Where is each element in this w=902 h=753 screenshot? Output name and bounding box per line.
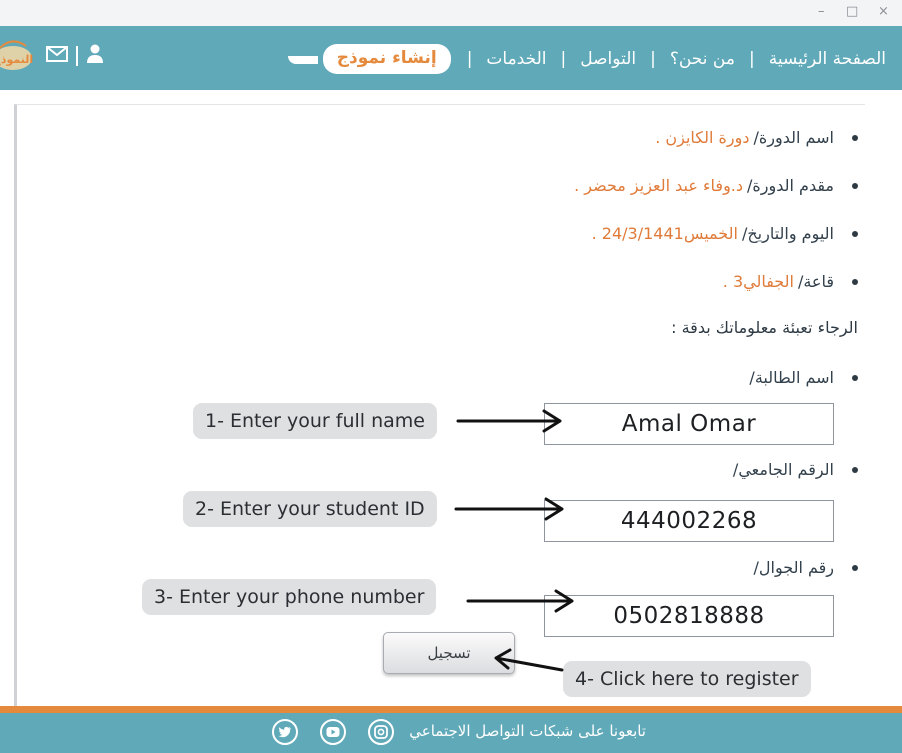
maximize-button[interactable]: □ [846,4,858,19]
bullet [852,466,858,473]
date-label: اليوم والتاريخ/ [741,224,834,243]
bullet [852,278,858,285]
date-row: اليوم والتاريخ/ الخميس24/3/1441 . [592,224,858,243]
phone-label-row: رقم الجوال/ [754,558,858,577]
nav-separator: | [748,49,755,69]
minimize-button[interactable]: – [818,4,825,19]
presenter-row: مقدم الدورة/ د.وفاء عبد العزيز محضر . [574,176,858,195]
footer-accent-bar [0,706,902,713]
student-name-label: اسم الطالبة/ [749,368,834,387]
callout-phone: 3- Enter your phone number [142,579,437,615]
logo-text: النموذج [0,53,33,67]
callout-full-name: 1- Enter your full name [193,403,437,439]
bullet [852,564,858,571]
footer-social-text: تابعونا على شبكات التواصل الاجتماعي [409,722,646,740]
course-name-row: اسم الدورة/ دورة الكايزن . [655,128,858,147]
bullet [852,134,858,141]
close-button[interactable]: × [878,4,889,19]
user-icon[interactable] [86,44,104,68]
phone-label: رقم الجوال/ [753,558,834,577]
student-name-label-row: اسم الطالبة/ [749,368,858,387]
bullet [852,374,858,381]
active-pill-tail [288,56,318,64]
nav-home-link[interactable]: الصفحة الرئيسية [767,49,888,69]
youtube-icon[interactable] [320,719,346,745]
presenter-label: مقدم الدورة/ [747,176,834,195]
page-footer: تابعونا على شبكات التواصل الاجتماعي [0,713,902,753]
callout-register: 4- Click here to register [563,661,811,697]
date-value: الخميس24/3/1441 . [591,224,738,243]
site-logo[interactable]: النموذج [0,34,34,74]
nav-create-form-link[interactable]: إنشاء نموذج [322,44,451,74]
top-navbar: الصفحة الرئيسية | من نحن؟ | التواصل | ال… [0,26,902,90]
nav-icons [46,44,104,68]
nav-separator: | [560,49,567,69]
nav-links: الصفحة الرئيسية | من نحن؟ | التواصل | ال… [322,44,888,74]
course-name-value: دورة الكايزن . [655,128,750,147]
nav-about-link[interactable]: من نحن؟ [668,49,737,69]
student-id-label: الرقم الجامعي/ [732,460,834,479]
register-button[interactable]: تسجيل [383,632,515,674]
nav-separator: | [650,49,656,69]
form-instruction: الرجاء تعبئة معلوماتك بدقة : [671,318,858,337]
hall-value: الجفالي3 . [722,272,794,291]
student-name-field[interactable]: Amal Omar [544,403,834,445]
mail-icon[interactable] [46,46,68,66]
nav-contact-link[interactable]: التواصل [578,49,638,69]
presenter-value: د.وفاء عبد العزيز محضر . [574,176,743,195]
nav-services-link[interactable]: الخدمات [484,49,548,69]
twitter-icon[interactable] [272,719,298,745]
callout-student-id: 2- Enter your student ID [183,491,437,527]
course-name-label: اسم الدورة/ [753,128,834,147]
nav-separator: | [466,49,473,69]
student-id-field[interactable]: 444002268 [544,500,834,542]
phone-field[interactable]: 0502818888 [544,595,834,637]
bullet [852,182,858,189]
window-titlebar: – □ × [0,0,902,27]
instagram-icon[interactable] [368,719,394,745]
hall-row: قاعة/ الجفالي3 . [723,272,858,291]
student-id-label-row: الرقم الجامعي/ [733,460,858,479]
bullet [852,230,858,237]
hall-label: قاعة/ [797,272,834,291]
icon-divider [76,46,78,66]
